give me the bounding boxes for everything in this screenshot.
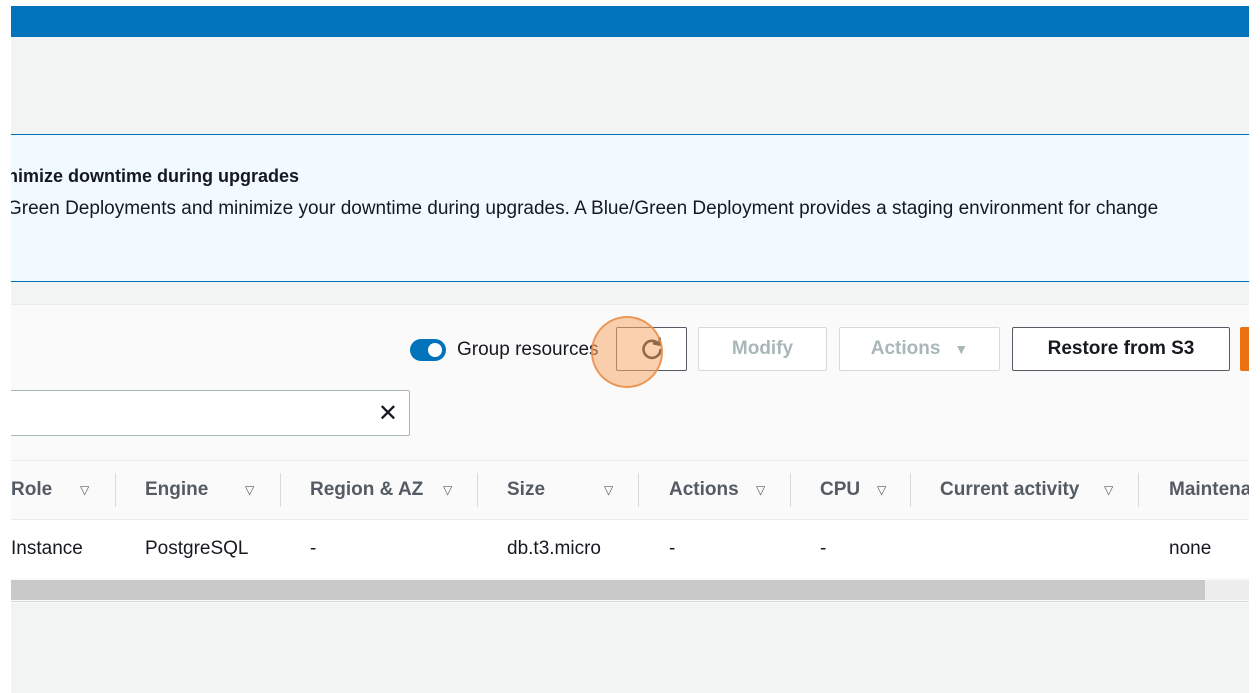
sort-caret-icon: ▽: [877, 483, 887, 497]
banner-title: nimize downtime during upgrades: [11, 166, 300, 186]
info-banner: nimize downtime during upgrades Green De…: [11, 134, 1249, 282]
column-header-label: Region & AZ: [310, 479, 424, 500]
cell-size: db.t3.micro: [507, 538, 601, 559]
column-divider[interactable]: [477, 473, 478, 507]
column-header-role[interactable]: Role ▽: [11, 461, 89, 519]
sort-caret-icon: ▽: [604, 483, 614, 497]
column-header-label: Size: [507, 479, 546, 500]
cell-region-az: -: [310, 538, 317, 559]
table-row[interactable]: Instance PostgreSQL - db.t3.micro - - no…: [11, 520, 1249, 578]
column-header-engine[interactable]: Engine ▽: [145, 461, 254, 519]
toggle-knob: [428, 343, 442, 357]
column-header-label: CPU: [820, 479, 861, 500]
column-divider[interactable]: [115, 473, 116, 507]
rds-console: nimize downtime during upgrades Green De…: [11, 6, 1249, 693]
restore-button-label: Restore from S3: [1047, 338, 1195, 359]
column-divider[interactable]: [790, 473, 791, 507]
sort-caret-icon: ▽: [756, 483, 766, 497]
sort-caret-icon: ▽: [80, 483, 90, 497]
refresh-icon: [641, 337, 662, 360]
restore-from-s3-button[interactable]: Restore from S3: [1012, 327, 1230, 371]
column-header-label: Current activity: [940, 479, 1080, 500]
column-header-maintenance[interactable]: Maintena: [1169, 461, 1249, 519]
column-divider[interactable]: [280, 473, 281, 507]
refresh-button[interactable]: [616, 327, 687, 371]
cell-cpu: -: [820, 538, 827, 559]
column-header-actions[interactable]: Actions ▽: [669, 461, 765, 519]
cell-actions: -: [669, 538, 676, 559]
cell-maintenance: none: [1169, 538, 1212, 559]
databases-panel: Group resources Modify Actions ▼ Restore…: [11, 304, 1249, 603]
column-header-cpu[interactable]: CPU ▽: [820, 461, 886, 519]
group-resources-label: Group resources: [457, 339, 599, 360]
toggle-switch[interactable]: [410, 339, 446, 361]
panel-divider: [11, 601, 1249, 602]
databases-table: Role ▽ Engine ▽ Region & AZ ▽ Size ▽ Act…: [11, 460, 1249, 578]
cell-role: Instance: [11, 538, 83, 559]
close-icon[interactable]: ✕: [378, 399, 398, 428]
column-header-current-activity[interactable]: Current activity ▽: [940, 461, 1113, 519]
column-divider[interactable]: [638, 473, 639, 507]
actions-button-label: Actions: [870, 338, 941, 359]
actions-dropdown-button[interactable]: Actions ▼: [839, 327, 1000, 371]
table-header: Role ▽ Engine ▽ Region & AZ ▽ Size ▽ Act…: [11, 460, 1249, 520]
column-divider[interactable]: [910, 473, 911, 507]
top-navigation-bar: [11, 6, 1249, 37]
create-database-button[interactable]: [1240, 327, 1249, 371]
sort-caret-icon: ▽: [245, 483, 255, 497]
column-header-size[interactable]: Size ▽: [507, 461, 613, 519]
group-resources-toggle[interactable]: Group resources: [410, 339, 599, 361]
column-header-label: Role: [11, 479, 53, 500]
column-divider[interactable]: [1138, 473, 1139, 507]
modify-button-label: Modify: [731, 338, 794, 359]
column-header-label: Maintena: [1169, 479, 1249, 500]
column-header-label: Actions: [669, 479, 739, 500]
column-header-region-az[interactable]: Region & AZ ▽: [310, 461, 452, 519]
banner-text: Green Deployments and minimize your down…: [11, 198, 1159, 219]
sort-caret-icon: ▽: [443, 483, 453, 497]
caret-down-icon: ▼: [954, 341, 969, 357]
sort-caret-icon: ▽: [1104, 483, 1114, 497]
column-header-label: Engine: [145, 479, 209, 500]
modify-button[interactable]: Modify: [698, 327, 827, 371]
cell-engine: PostgreSQL: [145, 538, 249, 559]
horizontal-scrollbar-thumb[interactable]: [11, 580, 1205, 600]
search-input[interactable]: ✕: [11, 390, 410, 436]
